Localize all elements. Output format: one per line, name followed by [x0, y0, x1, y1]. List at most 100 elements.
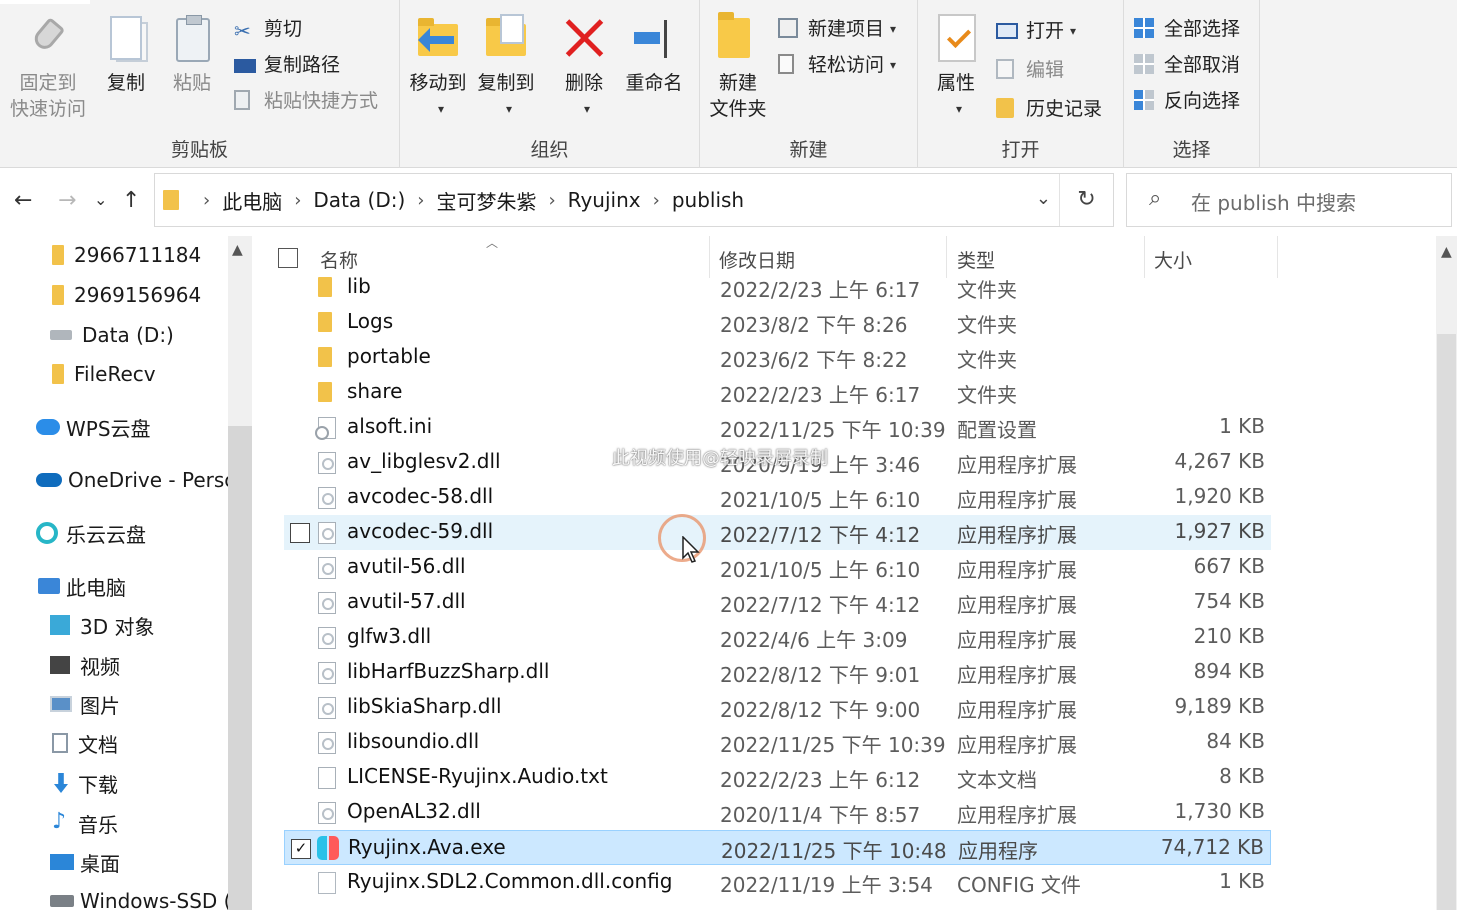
search-icon: ⌕: [1149, 186, 1162, 211]
breadcrumb-separator-icon[interactable]: ›: [203, 190, 210, 211]
file-type: 文本文档: [957, 768, 1037, 792]
sidebar-scrollbar-thumb[interactable]: [228, 426, 252, 910]
sidebar-item-data-drive[interactable]: Data (D:): [50, 320, 174, 350]
copy-path-button[interactable]: 复制路径: [234, 52, 340, 78]
breadcrumb-separator-icon[interactable]: ›: [294, 190, 301, 211]
file-row[interactable]: share 2022/2/23 上午 6:17 文件夹: [284, 375, 1271, 410]
file-date: 2022/8/12 下午 9:01: [720, 663, 921, 687]
column-divider[interactable]: [1277, 236, 1278, 278]
history-button[interactable]: 历史记录: [996, 96, 1102, 122]
file-row[interactable]: avcodec-59.dll 2022/7/12 下午 4:12 应用程序扩展 1,9…: [284, 515, 1271, 550]
cloud-ring-icon: [36, 522, 58, 544]
copy-button[interactable]: 复制: [100, 14, 152, 96]
edit-button[interactable]: 编辑: [996, 57, 1064, 83]
search-box[interactable]: ⌕ 在 publish 中搜索: [1126, 173, 1452, 227]
cut-button[interactable]: ✂ 剪切: [234, 16, 302, 43]
sidebar-item-pictures[interactable]: 图片: [50, 689, 120, 719]
sidebar-item-videos[interactable]: 视频: [50, 650, 120, 680]
recent-locations-chevron-icon[interactable]: ⌄: [94, 190, 107, 209]
file-row[interactable]: avutil-56.dll 2021/10/5 上午 6:10 应用程序扩展 667 …: [284, 550, 1271, 585]
file-date: 2022/8/12 下午 9:00: [720, 698, 921, 722]
file-row[interactable]: glfw3.dll 2022/4/6 上午 3:09 应用程序扩展 210 KB: [284, 620, 1271, 655]
file-row[interactable]: libHarfBuzzSharp.dll 2022/8/12 下午 9:01 应用程…: [284, 655, 1271, 690]
file-type: 应用程序扩展: [957, 558, 1077, 582]
sidebar-item-wps-cloud[interactable]: WPS云盘: [36, 412, 151, 442]
properties-label: 属性: [936, 72, 975, 94]
column-header-type[interactable]: 类型: [957, 246, 995, 273]
file-row[interactable]: Ryujinx.SDL2.Common.dll.config 2022/11/19…: [284, 865, 1271, 900]
sidebar-item-music[interactable]: ♪ 音乐: [52, 808, 118, 838]
breadcrumb-publish[interactable]: publish: [672, 188, 744, 212]
file-row[interactable]: libSkiaSharp.dll 2022/8/12 下午 9:00 应用程序扩展 9…: [284, 690, 1271, 725]
rename-button[interactable]: 重命名: [622, 14, 686, 96]
sidebar-item-this-pc[interactable]: 此电脑: [38, 571, 126, 601]
copy-path-label: 复制路径: [264, 54, 341, 76]
file-row[interactable]: LICENSE-Ryujinx.Audio.txt 2022/2/23 上午 6:…: [284, 760, 1271, 795]
select-none-button[interactable]: 全部取消: [1134, 52, 1240, 78]
file-list-scroll-up-icon[interactable]: ▲: [1441, 244, 1452, 260]
sidebar-item-leyun-cloud[interactable]: 乐云云盘: [36, 518, 146, 548]
file-row[interactable]: OpenAL32.dll 2020/11/4 下午 8:57 应用程序扩展 1,730…: [284, 795, 1271, 830]
sort-ascending-icon: ︿: [486, 236, 499, 250]
delete-button[interactable]: 删除 ▾: [560, 14, 608, 122]
pin-quick-access-button[interactable]: 固定到 快速访问: [6, 14, 90, 122]
sidebar-item-2969156964[interactable]: 2969156964: [52, 280, 201, 310]
breadcrumb-data-drive[interactable]: Data (D:): [313, 188, 405, 212]
paste-button[interactable]: 粘贴: [166, 14, 218, 96]
file-row[interactable]: ✓ Ryujinx.Ava.exe 2022/11/25 下午 10:48 应用程序 7…: [284, 830, 1271, 865]
sidebar-item-documents[interactable]: 文档: [52, 728, 118, 758]
address-bar[interactable]: › 此电脑 › Data (D:) › 宝可梦朱紫 › Ryujinx › pu…: [154, 173, 1114, 227]
file-name: Ryujinx.Ava.exe: [348, 835, 506, 859]
file-row[interactable]: avcodec-58.dll 2021/10/5 上午 6:10 应用程序扩展 1,9…: [284, 480, 1271, 515]
sidebar-item-downloads[interactable]: 下载: [54, 768, 118, 798]
up-arrow-icon[interactable]: ↑: [122, 188, 140, 213]
breadcrumb-separator-icon[interactable]: ›: [548, 190, 555, 211]
file-row[interactable]: portable 2023/6/2 下午 8:22 文件夹: [284, 340, 1271, 375]
select-all-button[interactable]: 全部选择: [1134, 16, 1240, 42]
forward-arrow-icon[interactable]: →: [58, 188, 76, 213]
sidebar-item-2966711184[interactable]: 2966711184: [52, 240, 201, 270]
sidebar-item-desktop[interactable]: 桌面: [50, 847, 120, 877]
rename-icon: [630, 14, 678, 64]
file-list-scrollbar-thumb[interactable]: [1437, 334, 1456, 910]
file-row[interactable]: avutil-57.dll 2022/7/12 下午 4:12 应用程序扩展 754 …: [284, 585, 1271, 620]
sidebar-scroll-up-icon[interactable]: ▲: [232, 242, 243, 258]
breadcrumb-separator-icon[interactable]: ›: [417, 190, 424, 211]
row-checkbox[interactable]: ✓: [291, 839, 311, 859]
address-dropdown-chevron-icon[interactable]: ⌄: [1036, 188, 1051, 209]
row-checkbox[interactable]: [290, 523, 310, 543]
file-row[interactable]: libsoundio.dll 2022/11/25 下午 10:39 应用程序扩展 8…: [284, 725, 1271, 760]
open-dropdown-icon: ▾: [1070, 24, 1077, 38]
breadcrumb-separator-icon[interactable]: ›: [653, 190, 660, 211]
properties-button[interactable]: 属性 ▾: [932, 14, 980, 122]
sidebar-item-onedrive[interactable]: OneDrive - Persc: [36, 465, 235, 495]
sidebar-item-windows-ssd[interactable]: Windows-SSD (: [50, 886, 231, 910]
back-arrow-icon[interactable]: ←: [14, 188, 32, 213]
column-header-size[interactable]: 大小: [1154, 246, 1192, 273]
new-item-button[interactable]: 新建项目 ▾: [778, 16, 896, 42]
file-type: 应用程序扩展: [957, 488, 1077, 512]
open-button[interactable]: 打开 ▾: [996, 18, 1076, 44]
file-type: 应用程序扩展: [957, 523, 1077, 547]
new-folder-button[interactable]: 新建 文件夹: [706, 12, 770, 122]
select-all-checkbox[interactable]: [278, 248, 298, 268]
file-type: 应用程序扩展: [957, 733, 1077, 757]
column-header-date[interactable]: 修改日期: [719, 246, 795, 273]
breadcrumb-this-pc[interactable]: 此电脑: [222, 186, 282, 215]
file-row[interactable]: lib 2022/2/23 上午 6:17 文件夹: [284, 270, 1271, 305]
sidebar-item-filerecv[interactable]: FileRecv: [52, 359, 156, 389]
move-to-button[interactable]: 移动到 ▾: [406, 14, 470, 122]
breadcrumb-pokemon-folder[interactable]: 宝可梦朱紫: [436, 186, 536, 215]
sidebar-item-3d-objects[interactable]: 3D 对象: [50, 610, 154, 640]
easy-access-button[interactable]: 轻松访问 ▾: [778, 52, 896, 78]
column-header-name[interactable]: 名称: [320, 246, 358, 273]
refresh-icon[interactable]: ↻: [1059, 174, 1113, 226]
file-row[interactable]: Logs 2023/8/2 下午 8:26 文件夹: [284, 305, 1271, 340]
invert-selection-button[interactable]: 反向选择: [1134, 88, 1240, 114]
paste-shortcut-button[interactable]: 粘贴快捷方式: [234, 88, 378, 114]
breadcrumb-ryujinx[interactable]: Ryujinx: [568, 188, 641, 212]
copy-to-button[interactable]: 复制到 ▾: [474, 14, 538, 122]
search-placeholder[interactable]: 在 publish 中搜索: [1191, 187, 1356, 216]
file-row[interactable]: alsoft.ini 2022/11/25 下午 10:39 配置设置 1 KB: [284, 410, 1271, 445]
open-label: 打开: [1026, 20, 1065, 42]
